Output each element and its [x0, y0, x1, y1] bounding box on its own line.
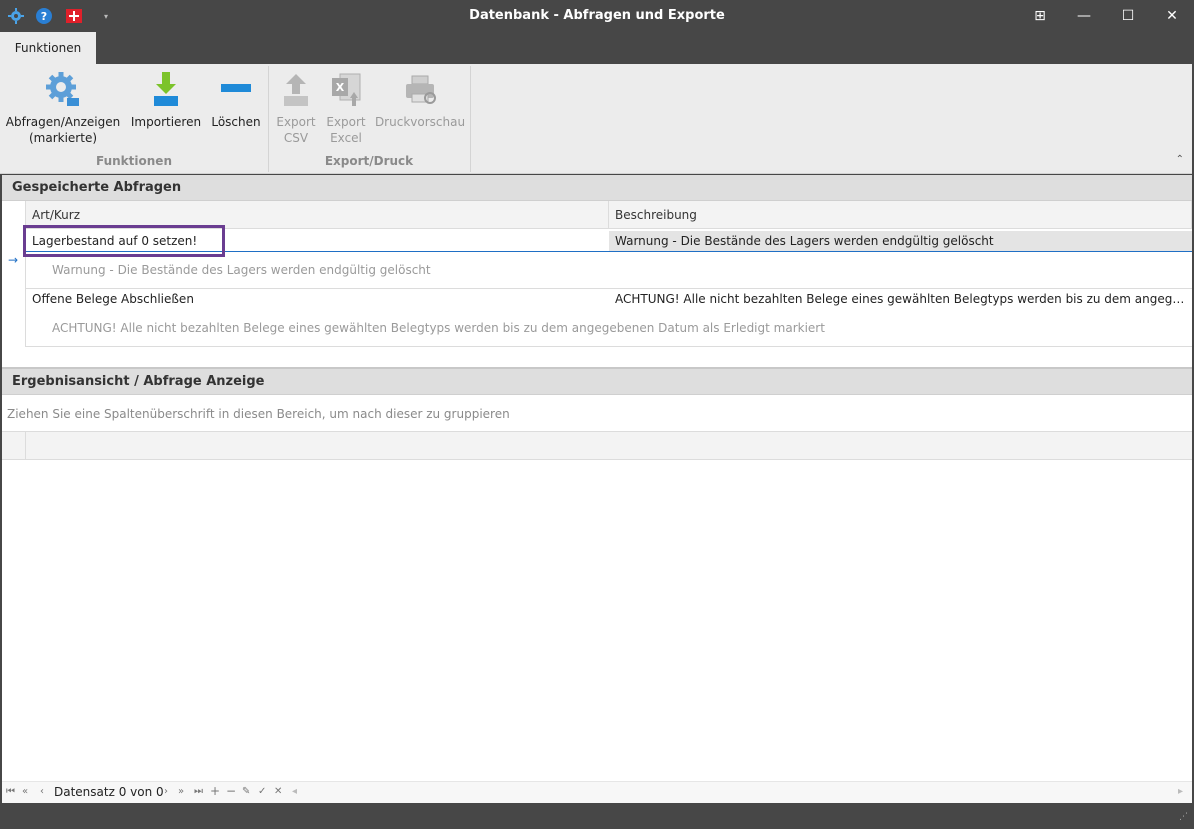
minimize-button[interactable]: —: [1062, 0, 1106, 32]
maximize-button[interactable]: ☐: [1106, 0, 1150, 32]
collapse-ribbon-icon[interactable]: ⌃: [1176, 154, 1184, 165]
nav-remove-button[interactable]: −: [226, 784, 236, 798]
import-arrow-icon: [154, 72, 178, 106]
print-preview-icon: [406, 75, 436, 104]
resize-grip-icon[interactable]: ⋰: [1179, 812, 1188, 822]
saved-queries-header: Gespeicherte Abfragen: [2, 175, 1192, 201]
import-button[interactable]: Importieren: [128, 68, 204, 130]
svg-text:X: X: [336, 81, 345, 94]
results-header: Ergebnisansicht / Abfrage Anzeige: [2, 369, 1192, 395]
highlight-box: [23, 225, 225, 257]
scroll-right-icon[interactable]: ▸: [1178, 786, 1183, 797]
group-label-export: Export/Druck: [324, 154, 414, 168]
restore-panel-button[interactable]: ⊞: [1018, 0, 1062, 32]
export-excel-button[interactable]: X Export Excel: [322, 68, 370, 146]
minus-icon: [221, 84, 251, 92]
nav-edit-button[interactable]: ✎: [242, 786, 250, 797]
results-column-header-row: [2, 431, 1192, 460]
column-header-beschreibung[interactable]: Beschreibung: [609, 201, 1192, 229]
nav-next-button[interactable]: ›: [164, 786, 168, 797]
delete-button[interactable]: Löschen: [208, 68, 264, 130]
record-counter: Datensatz 0 von 0: [54, 785, 164, 799]
table-row-2-art[interactable]: Offene Belege Abschließen: [26, 289, 609, 311]
print-preview-button[interactable]: Druckvorschau: [374, 68, 466, 130]
ribbon-group-divider: [470, 66, 471, 172]
table-row-1-beschreibung[interactable]: Warnung - Die Bestände des Lagers werden…: [609, 231, 1192, 252]
nav-prev-page-button[interactable]: «: [22, 786, 28, 797]
group-label-funktionen: Funktionen: [96, 154, 172, 168]
table-row-1-preview: Warnung - Die Bestände des Lagers werden…: [52, 263, 431, 277]
export-csv-label: Export CSV: [276, 115, 316, 145]
nav-cancel-button[interactable]: ✕: [274, 786, 282, 797]
query-show-button[interactable]: Abfragen/Anzeigen (markierte): [4, 68, 122, 146]
export-excel-label: Export Excel: [326, 115, 366, 145]
group-by-hint: Ziehen Sie eine Spaltenüberschrift in di…: [7, 407, 510, 421]
window-title: Datenbank - Abfragen und Exporte: [469, 8, 725, 23]
nav-add-button[interactable]: +: [210, 784, 220, 798]
scroll-left-icon[interactable]: ◂: [292, 786, 297, 797]
data-navigator: ⏮ « ‹ Datensatz 0 von 0 › » ⏭ + − ✎ ✓ ✕ …: [2, 781, 1192, 803]
results-grid: Ziehen Sie eine Spaltenüberschrift in di…: [2, 395, 1192, 781]
focused-row-arrow-icon: →: [8, 253, 19, 267]
nav-next-page-button[interactable]: »: [178, 786, 184, 797]
query-show-label: Abfragen/Anzeigen (markierte): [5, 115, 121, 145]
table-row-2-beschreibung[interactable]: ACHTUNG! Alle nicht bezahlten Belege ein…: [609, 289, 1192, 311]
import-label: Importieren: [130, 115, 202, 129]
nav-save-button[interactable]: ✓: [258, 786, 266, 797]
ribbon-tab-row: Funktionen: [0, 32, 1194, 64]
export-up-arrow-icon: [284, 74, 308, 106]
print-preview-label: Druckvorschau: [374, 115, 466, 129]
title-bar: ? ▾ Datenbank - Abfragen und Exporte ⊞ —…: [0, 0, 1194, 32]
nav-last-button[interactable]: ⏭: [194, 786, 203, 797]
nav-prev-button[interactable]: ‹: [40, 786, 44, 797]
results-indicator-header: [2, 432, 26, 459]
excel-icon: X: [332, 73, 361, 106]
row-divider: [26, 346, 1192, 347]
export-csv-button[interactable]: Export CSV: [272, 68, 320, 146]
delete-label: Löschen: [211, 115, 261, 129]
table-row-2-preview: ACHTUNG! Alle nicht bezahlten Belege ein…: [52, 321, 825, 335]
gear-icon: [46, 72, 79, 106]
tab-funktionen[interactable]: Funktionen: [0, 32, 96, 64]
row-indicator-column: [2, 201, 26, 347]
ribbon: Abfragen/Anzeigen (markierte) Importiere…: [0, 64, 1192, 174]
close-button[interactable]: ✕: [1150, 0, 1194, 32]
status-bar: ⋰: [0, 804, 1194, 829]
nav-first-button[interactable]: ⏮: [6, 786, 15, 797]
